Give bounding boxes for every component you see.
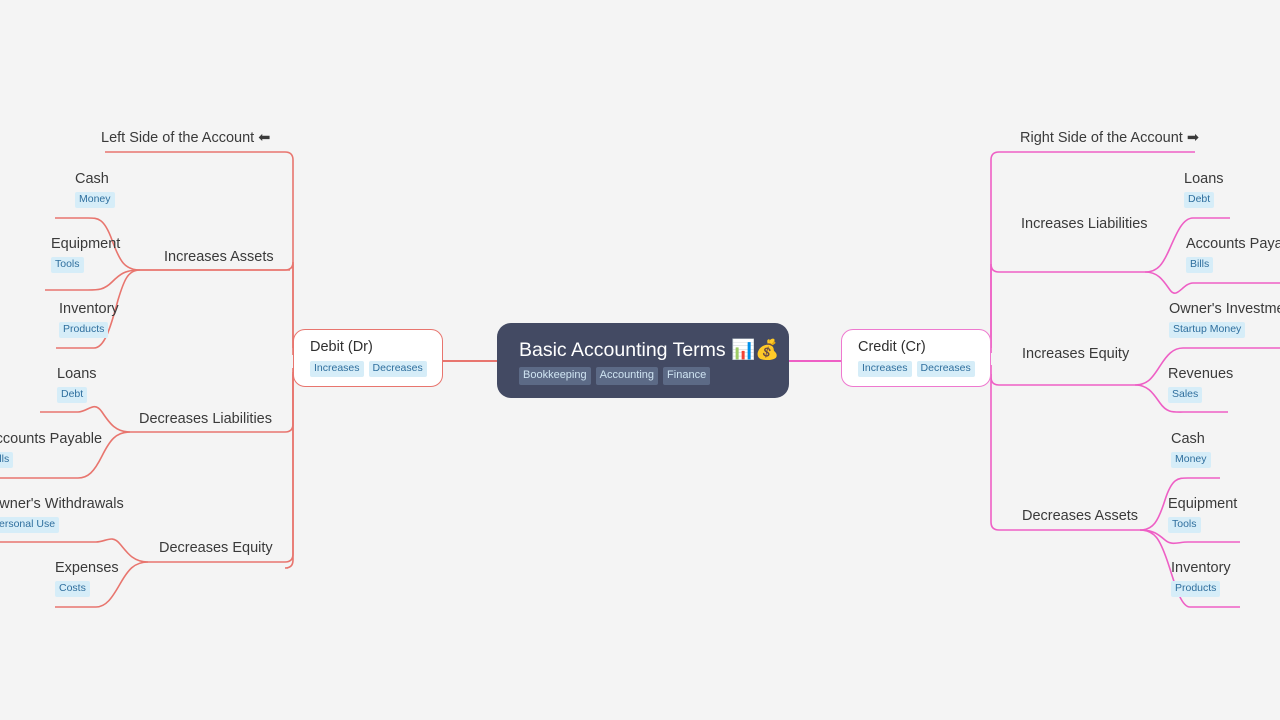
- leaf-tag: Personal Use: [0, 517, 60, 533]
- leaf-title: Inventory: [59, 301, 119, 317]
- root-tag: Bookkeeping: [519, 366, 591, 385]
- root-tag: Finance: [663, 366, 711, 385]
- leaf-item[interactable]: Inventory Products: [1171, 560, 1231, 597]
- credit-tag: Increases: [858, 361, 912, 377]
- leaf-title: Revenues: [1168, 366, 1234, 382]
- leaf-tag: Debt: [1184, 192, 1215, 208]
- leaf-title: Expenses: [55, 560, 119, 576]
- leaf-tag: Money: [75, 192, 115, 208]
- leaf-tag: Tools: [1168, 517, 1201, 533]
- leaf-title: Accounts Payable: [1186, 236, 1280, 252]
- credit-title: Credit (Cr): [858, 339, 926, 355]
- root-tag: Accounting: [595, 366, 659, 385]
- credit-tag-list: Increases Decreases: [858, 361, 975, 377]
- debit-side-label: Left Side of the Account ⬅: [101, 130, 271, 146]
- leaf-item[interactable]: Equipment Tools: [51, 236, 120, 273]
- leaf-item[interactable]: Cash Money: [1171, 431, 1211, 468]
- debit-group-label-decreases-equity: Decreases Equity: [159, 540, 273, 556]
- debit-tag-list: Increases Decreases: [310, 361, 427, 377]
- debit-title: Debit (Dr): [310, 339, 373, 355]
- leaf-title: Equipment: [51, 236, 121, 252]
- leaf-title: Inventory: [1171, 560, 1231, 576]
- leaf-title: Equipment: [1168, 496, 1238, 512]
- leaf-tag: Money: [1171, 452, 1211, 468]
- leaf-item[interactable]: Accounts Payable Bills: [0, 431, 102, 468]
- leaf-item[interactable]: Owner's Withdrawals Personal Use: [0, 496, 124, 533]
- leaf-title: Loans: [57, 366, 97, 382]
- credit-group-label-increases-liabilities: Increases Liabilities: [1021, 216, 1148, 232]
- leaf-tag: Tools: [51, 257, 84, 273]
- leaf-item[interactable]: Loans Debt: [57, 366, 97, 403]
- leaf-item[interactable]: Inventory Products: [59, 301, 119, 338]
- debit-group-label-increases-assets: Increases Assets: [164, 249, 274, 265]
- leaf-title: Owner's Withdrawals: [0, 496, 124, 512]
- leaf-title: Accounts Payable: [0, 431, 103, 447]
- debit-node[interactable]: Debit (Dr) Increases Decreases: [293, 329, 443, 387]
- credit-group-label-decreases-assets: Decreases Assets: [1022, 508, 1139, 524]
- leaf-item[interactable]: Revenues Sales: [1168, 366, 1233, 403]
- root-node[interactable]: Basic Accounting Terms 📊💰 Bookkeeping Ac…: [497, 323, 789, 398]
- leaf-tag: Sales: [1168, 387, 1203, 403]
- credit-node[interactable]: Credit (Cr) Increases Decreases: [841, 329, 991, 387]
- mindmap-canvas: Basic Accounting Terms 📊💰 Bookkeeping Ac…: [0, 0, 1280, 720]
- leaf-title: Owner's Investment: [1169, 301, 1280, 317]
- leaf-tag: Bills: [0, 452, 14, 468]
- leaf-title: Cash: [1171, 431, 1205, 447]
- credit-side-label: Right Side of the Account ➡: [1020, 130, 1200, 146]
- leaf-item[interactable]: Accounts Payable Bills: [1186, 236, 1280, 273]
- leaf-title: Loans: [1184, 171, 1224, 187]
- credit-tag: Decreases: [916, 361, 975, 377]
- leaf-item[interactable]: Loans Debt: [1184, 171, 1224, 208]
- debit-tag: Decreases: [368, 361, 427, 377]
- debit-tag: Increases: [310, 361, 364, 377]
- leaf-item[interactable]: Expenses Costs: [55, 560, 119, 597]
- leaf-tag: Bills: [1186, 257, 1214, 273]
- debit-group-label-decreases-liabilities: Decreases Liabilities: [139, 411, 272, 427]
- leaf-tag: Startup Money: [1169, 322, 1246, 338]
- leaf-tag: Costs: [55, 581, 90, 597]
- leaf-title: Cash: [75, 171, 109, 187]
- root-tag-list: Bookkeeping Accounting Finance: [519, 366, 769, 385]
- leaf-item[interactable]: Owner's Investment Startup Money: [1169, 301, 1280, 338]
- root-title: Basic Accounting Terms 📊💰: [519, 338, 780, 361]
- leaf-item[interactable]: Equipment Tools: [1168, 496, 1237, 533]
- leaf-tag: Debt: [57, 387, 88, 403]
- credit-group-label-increases-equity: Increases Equity: [1022, 346, 1130, 362]
- leaf-tag: Products: [1171, 581, 1221, 597]
- leaf-item[interactable]: Cash Money: [75, 171, 115, 208]
- leaf-tag: Products: [59, 322, 109, 338]
